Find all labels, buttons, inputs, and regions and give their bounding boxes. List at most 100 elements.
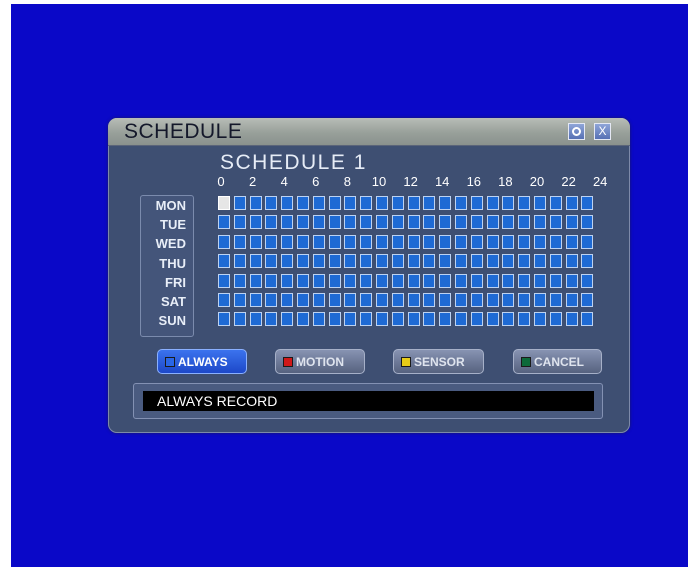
schedule-cell[interactable]: [549, 293, 562, 307]
schedule-cell[interactable]: [265, 293, 278, 307]
schedule-cell[interactable]: [265, 312, 278, 327]
schedule-cell[interactable]: [581, 254, 594, 269]
schedule-cell[interactable]: [518, 254, 531, 269]
motion-button[interactable]: MOTION: [275, 349, 365, 374]
schedule-cell[interactable]: [565, 273, 578, 288]
schedule-cell[interactable]: [344, 312, 357, 327]
schedule-cell[interactable]: [439, 254, 452, 269]
schedule-cell[interactable]: [328, 215, 341, 230]
schedule-cell[interactable]: [391, 215, 404, 230]
schedule-cell[interactable]: [249, 234, 262, 249]
schedule-cell[interactable]: [470, 234, 483, 249]
schedule-cell[interactable]: [581, 215, 594, 230]
schedule-cell[interactable]: [391, 293, 404, 307]
schedule-cell[interactable]: [218, 312, 230, 327]
schedule-cell[interactable]: [581, 234, 594, 249]
schedule-cell[interactable]: [281, 234, 294, 249]
schedule-cell[interactable]: [439, 234, 452, 249]
schedule-cell[interactable]: [439, 312, 452, 327]
schedule-cell[interactable]: [265, 215, 278, 230]
schedule-cell[interactable]: [249, 215, 262, 230]
schedule-cell[interactable]: [439, 293, 452, 307]
schedule-cell[interactable]: [407, 293, 420, 307]
schedule-cell[interactable]: [233, 254, 246, 269]
schedule-cell[interactable]: [376, 273, 388, 288]
schedule-cell[interactable]: [233, 312, 246, 327]
schedule-cell[interactable]: [470, 215, 483, 230]
schedule-cell[interactable]: [455, 273, 467, 288]
schedule-cell[interactable]: [312, 312, 325, 327]
schedule-cell[interactable]: [502, 293, 515, 307]
always-button[interactable]: ALWAYS: [157, 349, 247, 374]
schedule-cell[interactable]: [470, 254, 483, 269]
schedule-cell[interactable]: [486, 312, 499, 327]
schedule-cell[interactable]: [470, 273, 483, 288]
schedule-cell[interactable]: [502, 234, 515, 249]
schedule-cell[interactable]: [297, 234, 309, 249]
schedule-cell[interactable]: [391, 254, 404, 269]
schedule-cell[interactable]: [534, 312, 546, 327]
schedule-cell[interactable]: [233, 215, 246, 230]
schedule-cell[interactable]: [376, 293, 388, 307]
schedule-cell[interactable]: [502, 273, 515, 288]
schedule-cell[interactable]: [470, 312, 483, 327]
schedule-cell[interactable]: [233, 234, 246, 249]
schedule-cell[interactable]: [328, 234, 341, 249]
schedule-cell[interactable]: [376, 312, 388, 327]
schedule-cell[interactable]: [470, 196, 483, 210]
schedule-cell[interactable]: [391, 234, 404, 249]
schedule-cell[interactable]: [486, 254, 499, 269]
schedule-cell[interactable]: [565, 293, 578, 307]
schedule-cell[interactable]: [502, 215, 515, 230]
schedule-cell[interactable]: [423, 312, 436, 327]
schedule-cell[interactable]: [376, 215, 388, 230]
schedule-cell[interactable]: [534, 215, 546, 230]
schedule-cell[interactable]: [486, 234, 499, 249]
schedule-cell[interactable]: [565, 234, 578, 249]
schedule-cell[interactable]: [423, 273, 436, 288]
schedule-cell[interactable]: [281, 293, 294, 307]
schedule-cell[interactable]: [549, 273, 562, 288]
schedule-cell[interactable]: [218, 293, 230, 307]
schedule-cell[interactable]: [360, 215, 373, 230]
schedule-cell[interactable]: [312, 273, 325, 288]
schedule-cell[interactable]: [376, 234, 388, 249]
schedule-cell[interactable]: [423, 293, 436, 307]
schedule-cell[interactable]: [534, 293, 546, 307]
schedule-cell[interactable]: [376, 196, 388, 210]
help-button[interactable]: [568, 123, 585, 140]
schedule-cell[interactable]: [439, 215, 452, 230]
schedule-cell[interactable]: [249, 196, 262, 210]
schedule-cell[interactable]: [502, 312, 515, 327]
schedule-cell[interactable]: [455, 293, 467, 307]
schedule-cell[interactable]: [218, 196, 230, 210]
schedule-cell[interactable]: [518, 196, 531, 210]
schedule-cell[interactable]: [470, 293, 483, 307]
schedule-cell[interactable]: [344, 254, 357, 269]
schedule-cell[interactable]: [344, 215, 357, 230]
schedule-cell[interactable]: [360, 254, 373, 269]
schedule-cell[interactable]: [455, 215, 467, 230]
schedule-cell[interactable]: [328, 254, 341, 269]
schedule-cell[interactable]: [297, 215, 309, 230]
sensor-button[interactable]: SENSOR: [393, 349, 484, 374]
schedule-cell[interactable]: [328, 273, 341, 288]
schedule-cell[interactable]: [233, 196, 246, 210]
schedule-cell[interactable]: [534, 196, 546, 210]
schedule-cell[interactable]: [218, 273, 230, 288]
schedule-cell[interactable]: [281, 196, 294, 210]
schedule-cell[interactable]: [534, 273, 546, 288]
schedule-cell[interactable]: [439, 273, 452, 288]
schedule-cell[interactable]: [391, 196, 404, 210]
cancel-button[interactable]: CANCEL: [513, 349, 602, 374]
schedule-cell[interactable]: [360, 293, 373, 307]
schedule-cell[interactable]: [218, 234, 230, 249]
schedule-cell[interactable]: [565, 312, 578, 327]
schedule-cell[interactable]: [281, 254, 294, 269]
schedule-cell[interactable]: [486, 273, 499, 288]
schedule-cell[interactable]: [486, 293, 499, 307]
schedule-cell[interactable]: [549, 254, 562, 269]
schedule-cell[interactable]: [265, 234, 278, 249]
schedule-cell[interactable]: [360, 312, 373, 327]
schedule-cell[interactable]: [455, 234, 467, 249]
